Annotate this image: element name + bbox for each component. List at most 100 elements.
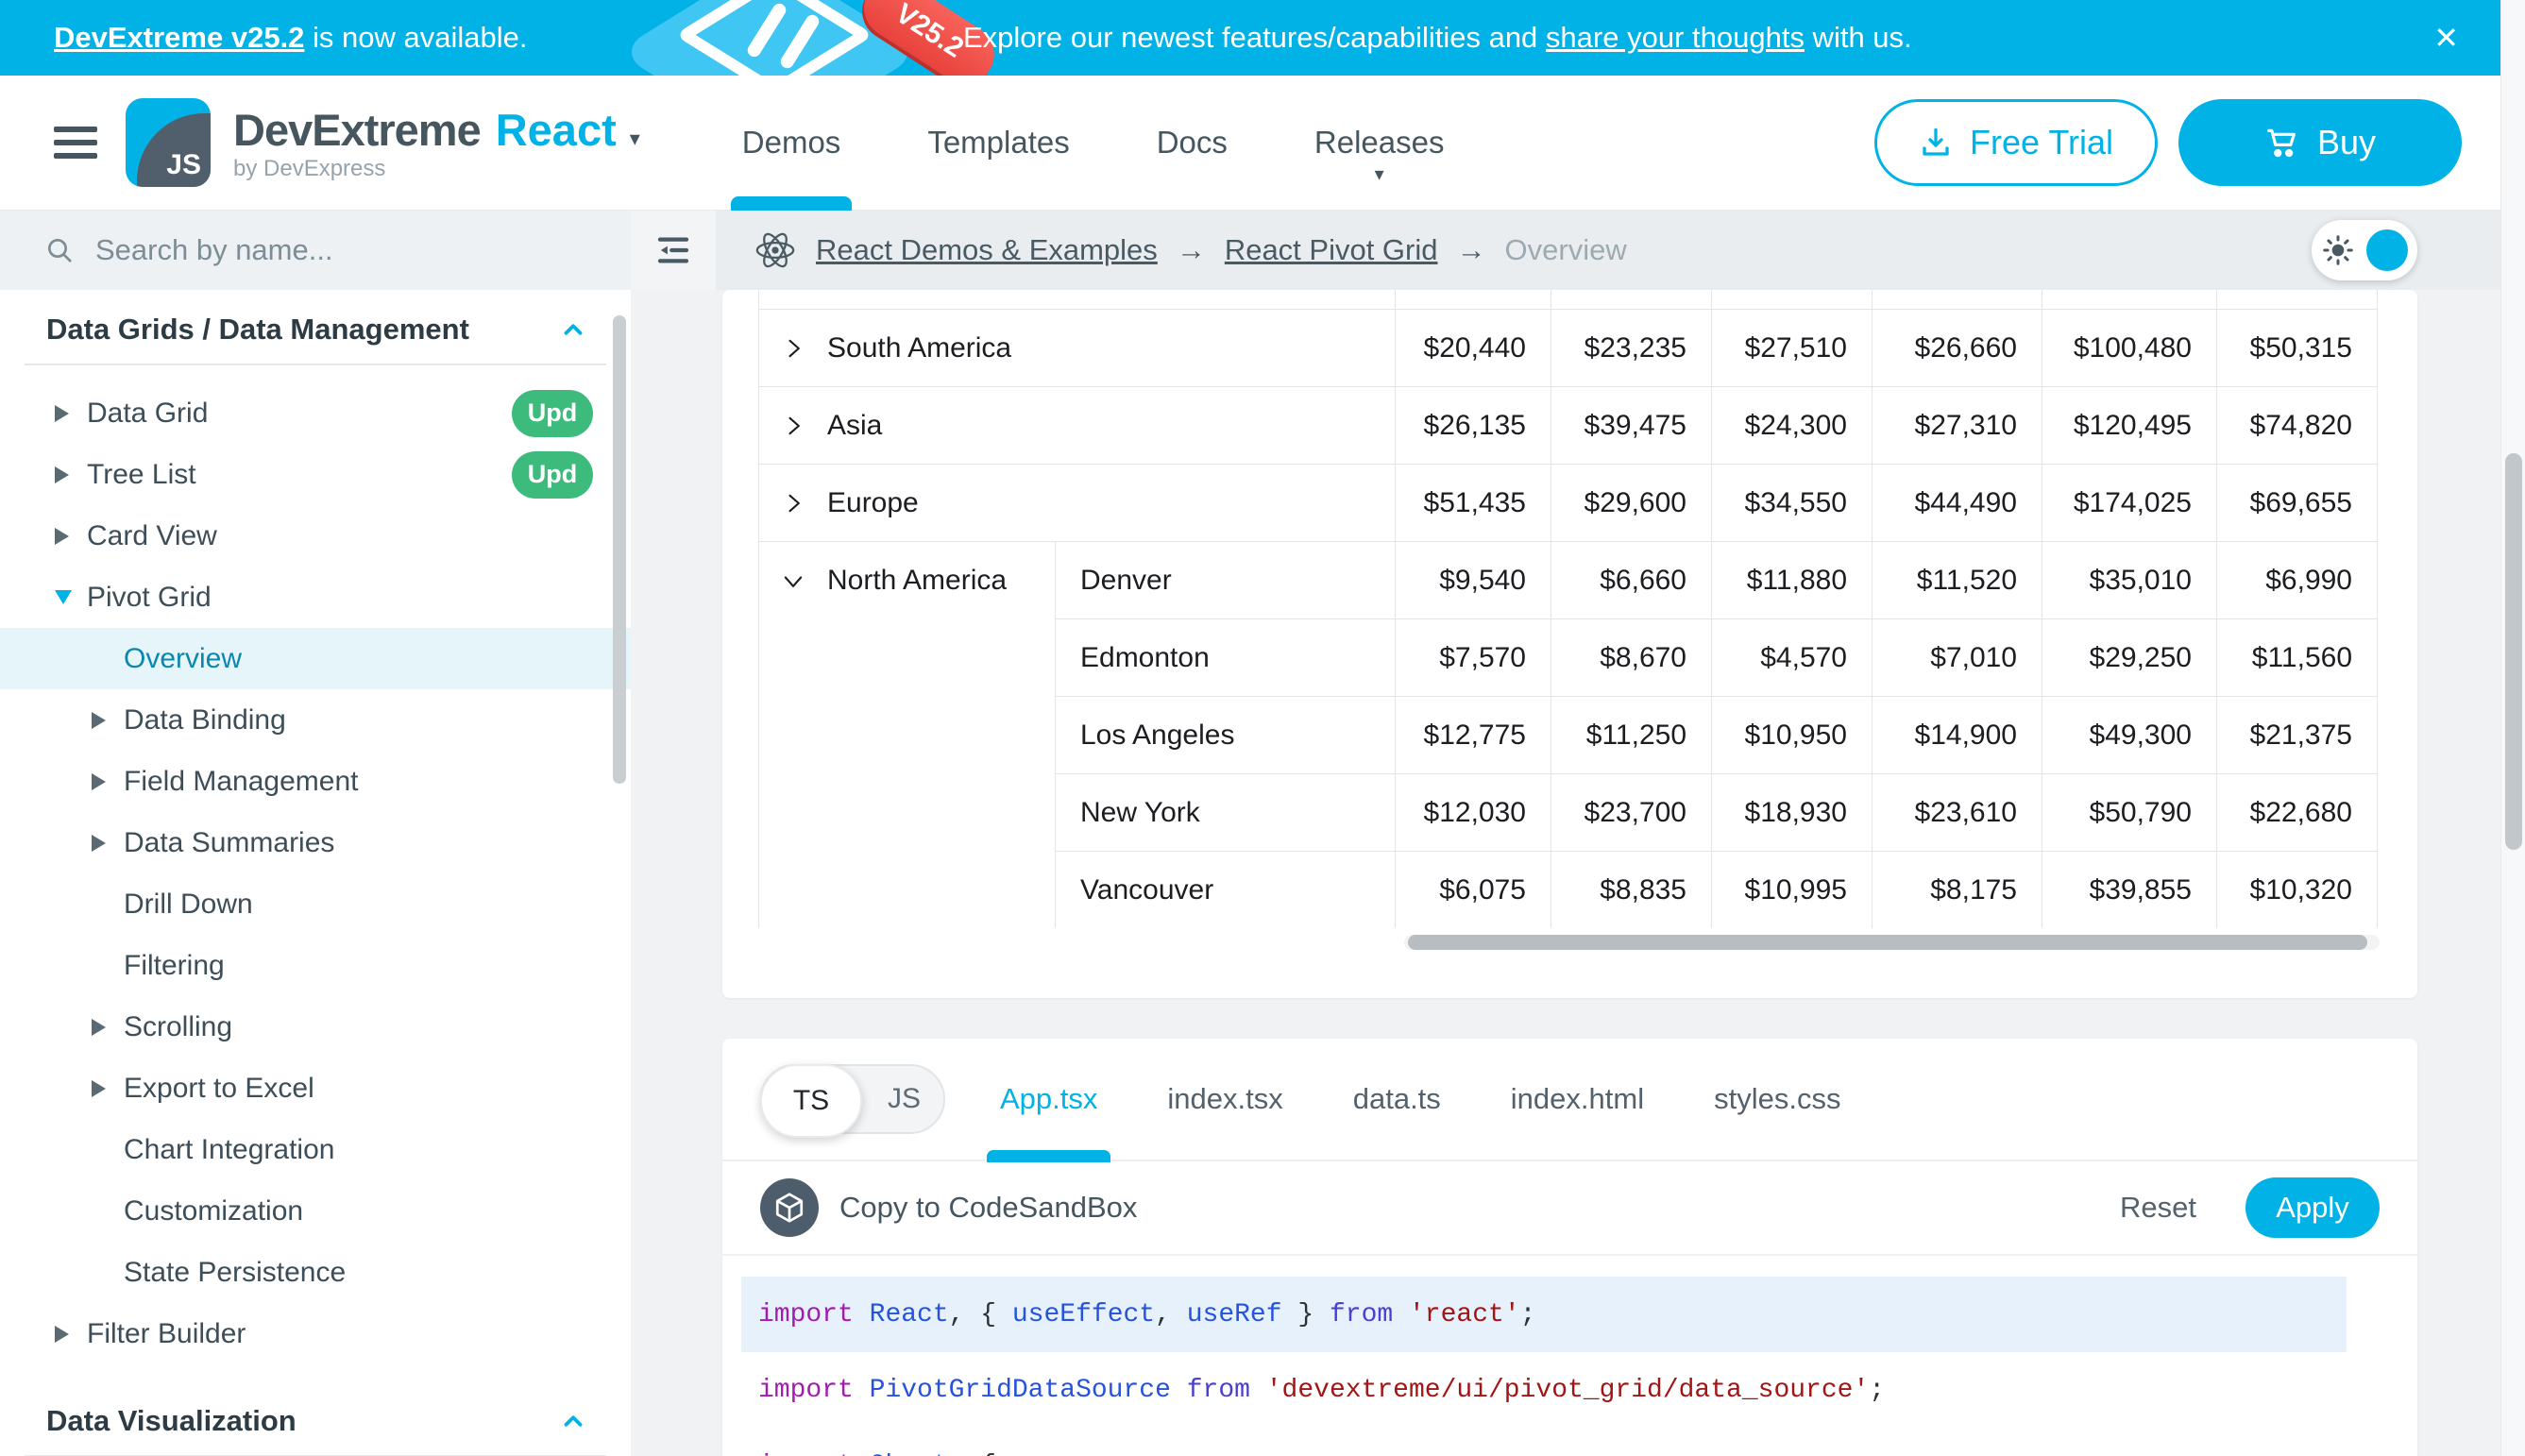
banner-version-link[interactable]: DevExtreme v25.2	[54, 21, 304, 54]
sidebar-item-scrolling[interactable]: Scrolling	[0, 996, 631, 1058]
buy-button[interactable]: Buy	[2178, 99, 2462, 186]
search-icon	[44, 235, 75, 265]
sidebar-item-data-binding[interactable]: Data Binding	[0, 689, 631, 751]
sidebar-item-chart-integration[interactable]: Chart Integration	[0, 1119, 631, 1180]
download-icon	[1919, 126, 1953, 160]
sidebar-item-card-view[interactable]: Card View	[0, 505, 631, 567]
nav-item-templates[interactable]: Templates	[927, 76, 1069, 211]
share-thoughts-link[interactable]: share your thoughts	[1546, 21, 1805, 54]
page-scrollbar-track[interactable]	[2500, 0, 2525, 1456]
language-toggle-ts[interactable]: TS	[760, 1064, 862, 1138]
expand-row-icon[interactable]	[780, 490, 806, 516]
tab-App-tsx[interactable]: App.tsx	[1000, 1038, 1097, 1160]
sidebar-item-pivot-grid[interactable]: Pivot Grid	[0, 567, 631, 628]
pivot-value-cell: $51,435	[1396, 465, 1551, 542]
devextreme-js-logo[interactable]: JS	[126, 98, 211, 187]
pivot-row-header-cell[interactable]: Europe	[759, 465, 1396, 542]
language-toggle[interactable]: TS JS	[760, 1064, 945, 1134]
apply-button[interactable]: Apply	[2245, 1177, 2380, 1238]
pivot-horizontal-scrollbar-thumb[interactable]	[1408, 935, 2367, 950]
sidebar-section-data-visualization[interactable]: Data Visualization	[0, 1387, 631, 1455]
sidebar-item-customization[interactable]: Customization	[0, 1180, 631, 1242]
pivot-value-cell: $44,490	[1873, 465, 2042, 542]
code-token: 'devextreme/ui/pivot_grid/data_source'	[1266, 1376, 1870, 1405]
code-editor[interactable]: import React, { useEffect, useRef } from…	[722, 1256, 2417, 1456]
copy-to-codesandbox-label[interactable]: Copy to CodeSandBox	[839, 1191, 1137, 1225]
breadcrumb-link[interactable]: React Pivot Grid	[1225, 233, 1438, 267]
language-toggle-js[interactable]: JS	[888, 1083, 921, 1115]
pivot-horizontal-scrollbar-track[interactable]	[1404, 935, 2380, 950]
sidebar-item-label: Scrolling	[124, 1011, 232, 1043]
pivot-value-cell: $11,560	[2217, 619, 2378, 697]
tab-index-tsx[interactable]: index.tsx	[1167, 1038, 1282, 1160]
collapse-row-icon[interactable]	[780, 567, 806, 594]
theme-toggle-knob	[2366, 229, 2408, 271]
pivot-value-cell	[1551, 290, 1712, 310]
sidebar-item-export-to-excel[interactable]: Export to Excel	[0, 1058, 631, 1119]
sidebar-item-label: Field Management	[124, 766, 358, 798]
pivot-value-cell: $74,820	[2217, 387, 2378, 465]
framework-selector[interactable]: React	[496, 104, 617, 156]
sidebar-section-data-grids-data-management[interactable]: Data Grids / Data Management	[0, 296, 631, 364]
brand-name: DevExtreme	[233, 104, 481, 156]
nav-item-demos[interactable]: Demos	[742, 76, 841, 211]
pivot-value-cell: $174,025	[2042, 465, 2217, 542]
sidebar-scrollbar[interactable]	[613, 315, 626, 784]
nav-item-docs[interactable]: Docs	[1157, 76, 1228, 211]
pivot-row-header-cell[interactable]: Asia	[759, 387, 1396, 465]
sidebar-item-filter-builder[interactable]: Filter Builder	[0, 1303, 631, 1364]
pivot-value-cell: $11,250	[1551, 697, 1712, 774]
pivot-value-cell: $27,310	[1873, 387, 2042, 465]
sidebar-item-tree-list[interactable]: Tree ListUpd	[0, 444, 631, 505]
pivot-row-south-america: South America$20,440$23,235$27,510$26,66…	[759, 310, 2378, 387]
nav-item-releases[interactable]: Releases▾	[1314, 76, 1445, 211]
expand-row-icon[interactable]	[780, 413, 806, 439]
tab-data-ts[interactable]: data.ts	[1353, 1038, 1441, 1160]
code-line-2[interactable]: import PivotGridDataSource from 'devextr…	[741, 1352, 2347, 1428]
sidebar-item-overview[interactable]: Overview	[0, 628, 631, 689]
code-line-1[interactable]: import React, { useEffect, useRef } from…	[741, 1277, 2347, 1352]
pivot-value-cell: $4,570	[1712, 619, 1873, 697]
sidebar-item-data-grid[interactable]: Data GridUpd	[0, 382, 631, 444]
pivot-value-cell: $24,300	[1712, 387, 1873, 465]
chevron-up-icon	[559, 315, 587, 344]
pivot-value-cell: $26,660	[1873, 310, 2042, 387]
hamburger-menu-icon[interactable]	[54, 127, 97, 159]
free-trial-button[interactable]: Free Trial	[1874, 99, 2158, 186]
section-label: Data Visualization	[46, 1404, 297, 1438]
framework-caret-icon[interactable]: ▾	[630, 127, 640, 151]
sidebar-item-label: Chart Integration	[124, 1134, 334, 1166]
reset-button[interactable]: Reset	[2120, 1191, 2196, 1225]
sidebar-item-filtering[interactable]: Filtering	[0, 935, 631, 996]
sidebar-item-label: Overview	[124, 643, 242, 675]
banner-close-icon[interactable]: ✕	[2433, 20, 2459, 56]
pivot-value-cell: $10,950	[1712, 697, 1873, 774]
caret-right-icon	[55, 405, 87, 422]
pivot-city-cell: Denver	[1056, 542, 1396, 619]
sidebar-search-input[interactable]: Search by name...	[0, 211, 631, 290]
code-line-3[interactable]: import Chart, {	[741, 1428, 2347, 1456]
expand-row-icon[interactable]	[780, 335, 806, 362]
sidebar-item-field-management[interactable]: Field Management	[0, 751, 631, 812]
chevron-down-icon: ▾	[1375, 162, 1384, 186]
sidebar-item-data-summaries[interactable]: Data Summaries	[0, 812, 631, 873]
app-header: JS DevExtreme React ▾ by DevExpress Demo…	[0, 76, 2525, 211]
sidebar-item-drill-down[interactable]: Drill Down	[0, 873, 631, 935]
pivot-row-header-cell[interactable]: South America	[759, 310, 1396, 387]
tab-styles-css[interactable]: styles.css	[1714, 1038, 1840, 1160]
pivot-value-cell: $29,600	[1551, 465, 1712, 542]
page-scrollbar-thumb[interactable]	[2505, 453, 2522, 850]
pivot-grid-table: South America$20,440$23,235$27,510$26,66…	[758, 290, 2378, 928]
pivot-row-header-cell[interactable]: North America	[759, 542, 1056, 929]
collapse-sidebar-button[interactable]	[631, 211, 716, 290]
codesandbox-icon[interactable]	[760, 1178, 819, 1237]
pivot-row-header-cell	[759, 290, 1396, 310]
code-token	[854, 1376, 870, 1405]
theme-toggle[interactable]	[2312, 220, 2417, 280]
breadcrumb-separator-icon: →	[1177, 233, 1206, 267]
caret-right-icon	[55, 466, 87, 483]
tab-index-html[interactable]: index.html	[1511, 1038, 1644, 1160]
search-placeholder: Search by name...	[95, 233, 333, 267]
sidebar-item-state-persistence[interactable]: State Persistence	[0, 1242, 631, 1303]
breadcrumb-link[interactable]: React Demos & Examples	[816, 233, 1158, 267]
